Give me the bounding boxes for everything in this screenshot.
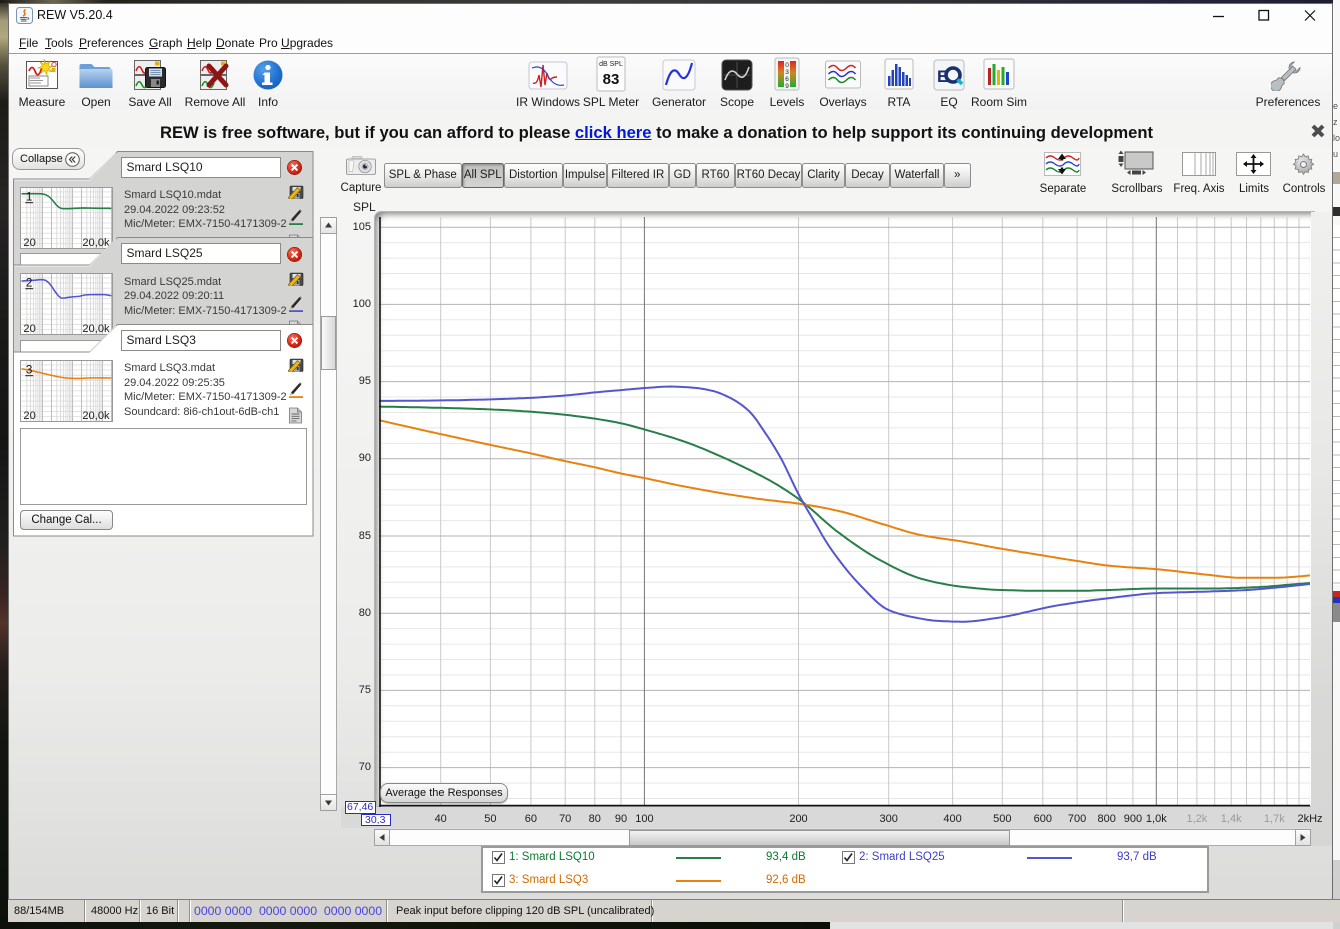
svg-text:83: 83 [603,71,620,88]
svg-text:2: 2 [26,277,32,290]
svg-text:3: 3 [26,363,32,376]
svg-text:dB SPL: dB SPL [599,61,623,68]
svg-text:20: 20 [23,410,35,422]
svg-text:6: 6 [785,76,789,83]
svg-text:20,0k: 20,0k [82,410,110,422]
svg-text:1: 1 [26,190,32,203]
svg-text:0: 0 [785,62,789,69]
svg-text:3: 3 [785,69,789,76]
svg-text:9: 9 [785,83,789,90]
